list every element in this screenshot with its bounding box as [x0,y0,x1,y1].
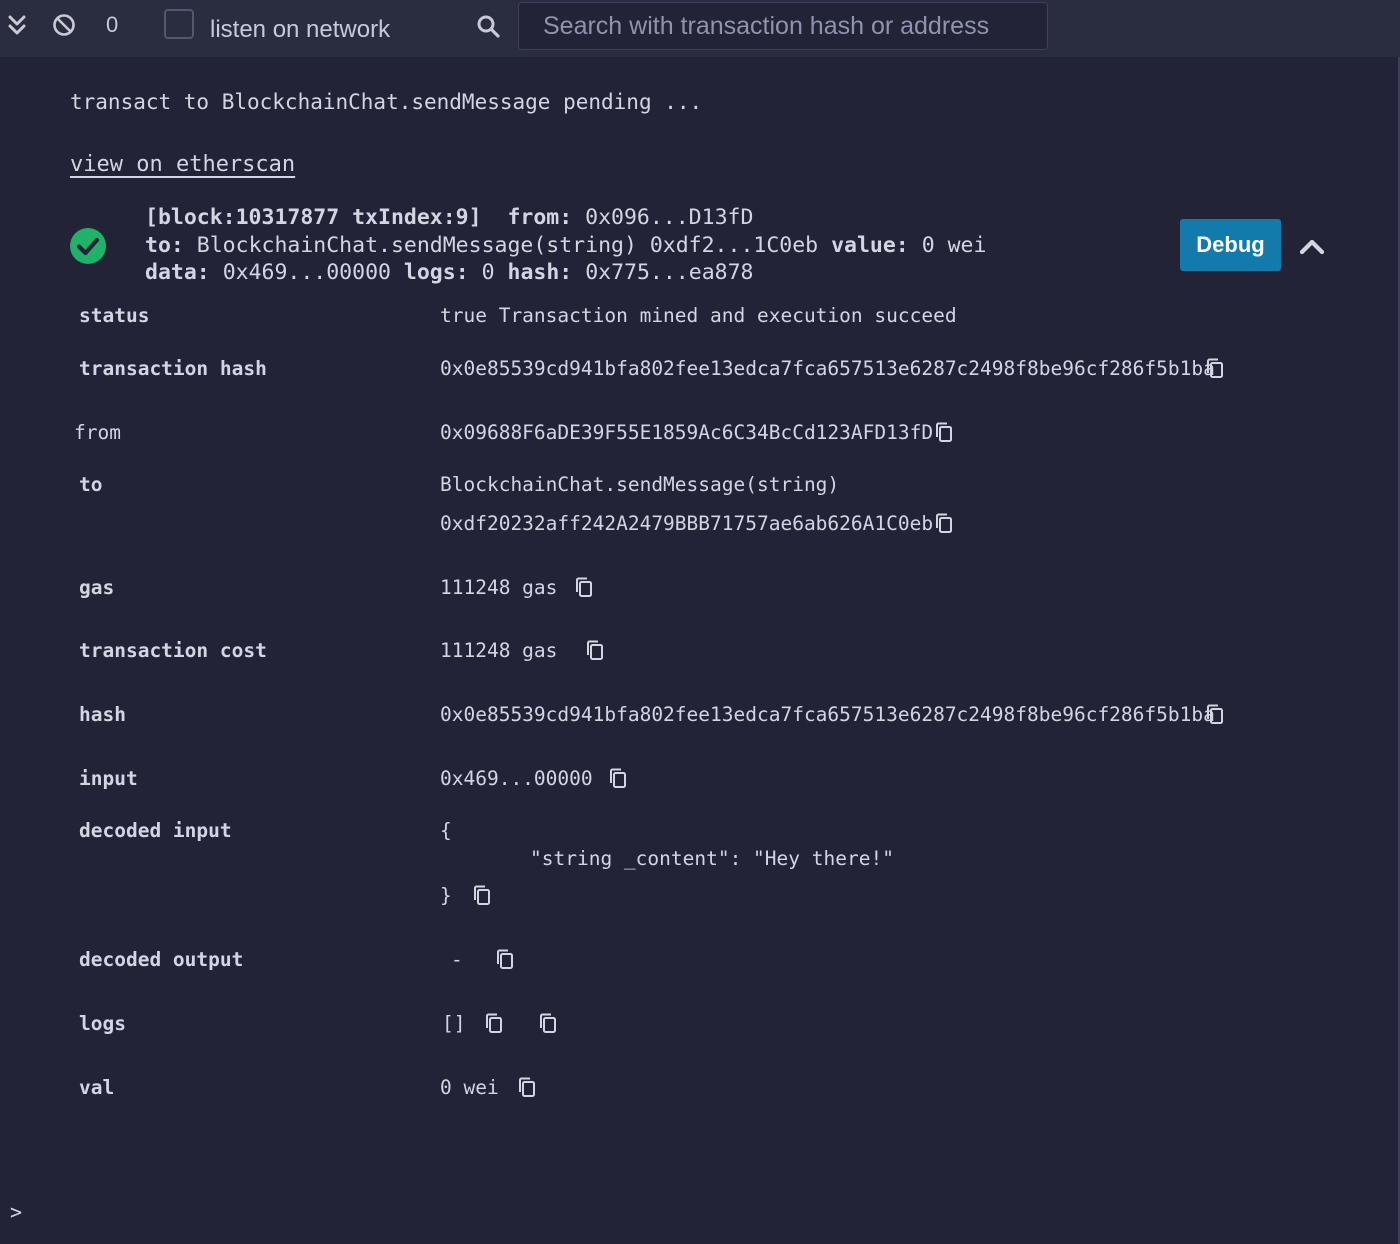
chevron-up-icon[interactable] [1298,234,1326,258]
copy-logs-icon[interactable] [484,1013,504,1035]
val-label: val [79,1076,115,1099]
debug-button[interactable]: Debug [1180,219,1281,271]
copy-gas-icon[interactable] [574,577,594,599]
listen-on-network-checkbox[interactable] [164,9,194,39]
decoded-output-label: decoded output [79,948,244,971]
transaction-hash-label: transaction hash [79,357,267,380]
val-value: 0 wei [440,1076,499,1099]
summary-from-value: 0x096...D13fD [585,205,754,230]
copy-decoded-input-icon[interactable] [472,885,492,907]
chevrons-down-icon[interactable] [8,14,26,36]
pending-tx-count: 0 [106,12,119,37]
copy-logs-raw-icon[interactable] [538,1013,558,1035]
transaction-cost-label: transaction cost [79,639,267,662]
gas-label: gas [79,576,115,599]
summary-to-value: BlockchainChat.sendMessage(string) 0xdf2… [196,232,819,258]
from-label: from [74,421,121,444]
decoded-input-open-brace: { [440,819,452,842]
input-label: input [79,767,138,790]
summary-line-1: [block:10317877 txIndex:9] from: 0x096..… [145,204,986,232]
terminal-toolbar: 0 listen on network [0,0,1400,57]
copy-input-icon[interactable] [608,768,628,790]
decoded-input-label: decoded input [79,819,232,842]
block-info: [block:10317877 txIndex:9] [145,205,482,230]
summary-to-label: to: [145,232,184,258]
summary-logs-label: logs: [403,260,469,285]
summary-data-value: 0x469...00000 [222,260,391,285]
copy-transaction-cost-icon[interactable] [585,640,605,662]
hash-value: 0x0e85539cd941bfa802fee13edca7fca657513e… [440,703,1215,726]
from-value: 0x09688F6aDE39F55E1859Ac6C34BcCd123AFD13… [440,421,934,444]
listen-on-network-label: listen on network [210,16,391,43]
search-icon [477,15,500,38]
summary-value-value: 0 wei [921,232,987,258]
decoded-input-close-brace: } [440,884,452,907]
view-on-etherscan-link[interactable]: view on etherscan [70,152,295,177]
summary-hash-value: 0x775...ea878 [585,260,754,285]
summary-value-label: value: [831,232,909,258]
summary-logs-value: 0 [481,260,495,285]
pending-log-line: transact to BlockchainChat.sendMessage p… [70,90,703,114]
copy-val-icon[interactable] [517,1077,537,1099]
copy-decoded-output-icon[interactable] [495,949,515,971]
input-value: 0x469...00000 [440,767,593,790]
copy-hash-icon[interactable] [1205,704,1225,726]
to-value-address: 0xdf20232aff242A2479BBB71757ae6ab626A1C0… [440,512,934,535]
hash-label: hash [79,703,126,726]
summary-data-label: data: [145,260,210,285]
status-value: true Transaction mined and execution suc… [440,304,957,327]
logs-value: [] [442,1012,466,1035]
status-label: status [79,304,150,327]
summary-from-label: from: [507,205,573,230]
transaction-cost-value: 111248 gas [440,639,558,662]
clear-console-icon[interactable] [52,13,76,37]
summary-line-3: data: 0x469...00000 logs: 0 hash: 0x775.… [145,259,986,287]
gas-value: 111248 gas [440,576,558,599]
summary-hash-label: hash: [507,260,573,285]
copy-to-icon[interactable] [934,513,954,535]
to-value-function: BlockchainChat.sendMessage(string) [440,473,840,496]
logs-label: logs [79,1012,126,1035]
transaction-search-input[interactable] [518,2,1048,50]
console-prompt[interactable]: > [10,1200,22,1224]
copy-from-icon[interactable] [934,422,954,444]
transaction-summary[interactable]: [block:10317877 txIndex:9] from: 0x096..… [145,204,986,287]
decoded-input-entry: "string _content": "Hey there!" [530,847,894,870]
to-label: to [79,473,103,496]
copy-transaction-hash-icon[interactable] [1205,358,1225,380]
success-check-icon [70,228,106,264]
decoded-output-value: - [451,948,463,971]
summary-line-2: to: BlockchainChat.sendMessage(string) 0… [145,232,986,260]
transaction-hash-value: 0x0e85539cd941bfa802fee13edca7fca657513e… [440,357,1215,380]
